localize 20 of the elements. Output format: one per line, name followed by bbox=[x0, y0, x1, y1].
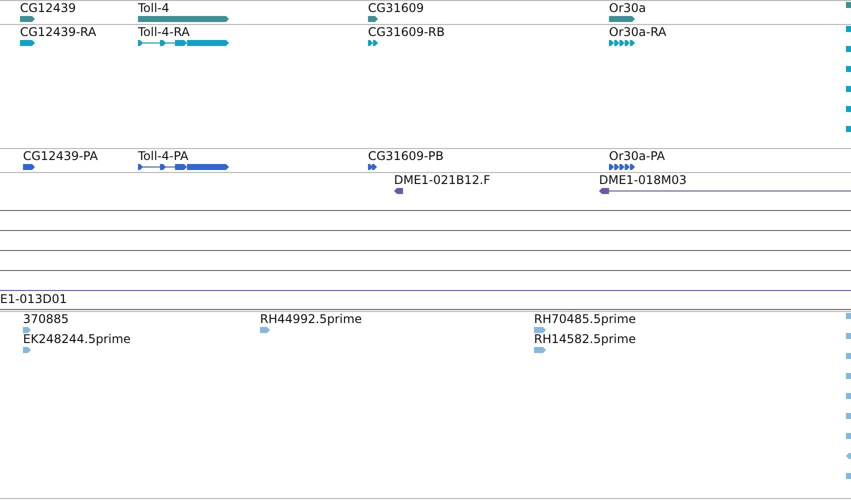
feature-label: EK248244.5prime bbox=[23, 333, 131, 347]
feature-label: Or30a-RA bbox=[609, 26, 666, 40]
feature-label: CG12439-RA bbox=[20, 26, 96, 40]
feature-label: CG31609-RB bbox=[368, 26, 445, 40]
feature-label: Toll-4 bbox=[138, 2, 170, 16]
feature-label: E1-013D01 bbox=[0, 293, 67, 307]
feature-label: CG12439 bbox=[20, 2, 76, 16]
feature-label: RH70485.5prime bbox=[534, 313, 636, 327]
feature-label: Toll-4-PA bbox=[138, 150, 188, 164]
feature-label: Toll-4-RA bbox=[138, 26, 190, 40]
feature-label: RH44992.5prime bbox=[260, 313, 362, 327]
feature-label: Or30a-PA bbox=[609, 150, 666, 164]
feature-label: CG31609-PB bbox=[368, 150, 444, 164]
feature-label: CG31609 bbox=[368, 2, 424, 16]
feature-label: CG12439-PA bbox=[23, 150, 98, 164]
feature-label: RH14582.5prime bbox=[534, 333, 636, 347]
feature-label: DME1-018M03 bbox=[599, 174, 687, 188]
feature-label: DME1-021B12.F bbox=[394, 174, 490, 188]
feature-label: Or30a bbox=[609, 2, 646, 16]
feature-label: 370885 bbox=[23, 313, 69, 327]
